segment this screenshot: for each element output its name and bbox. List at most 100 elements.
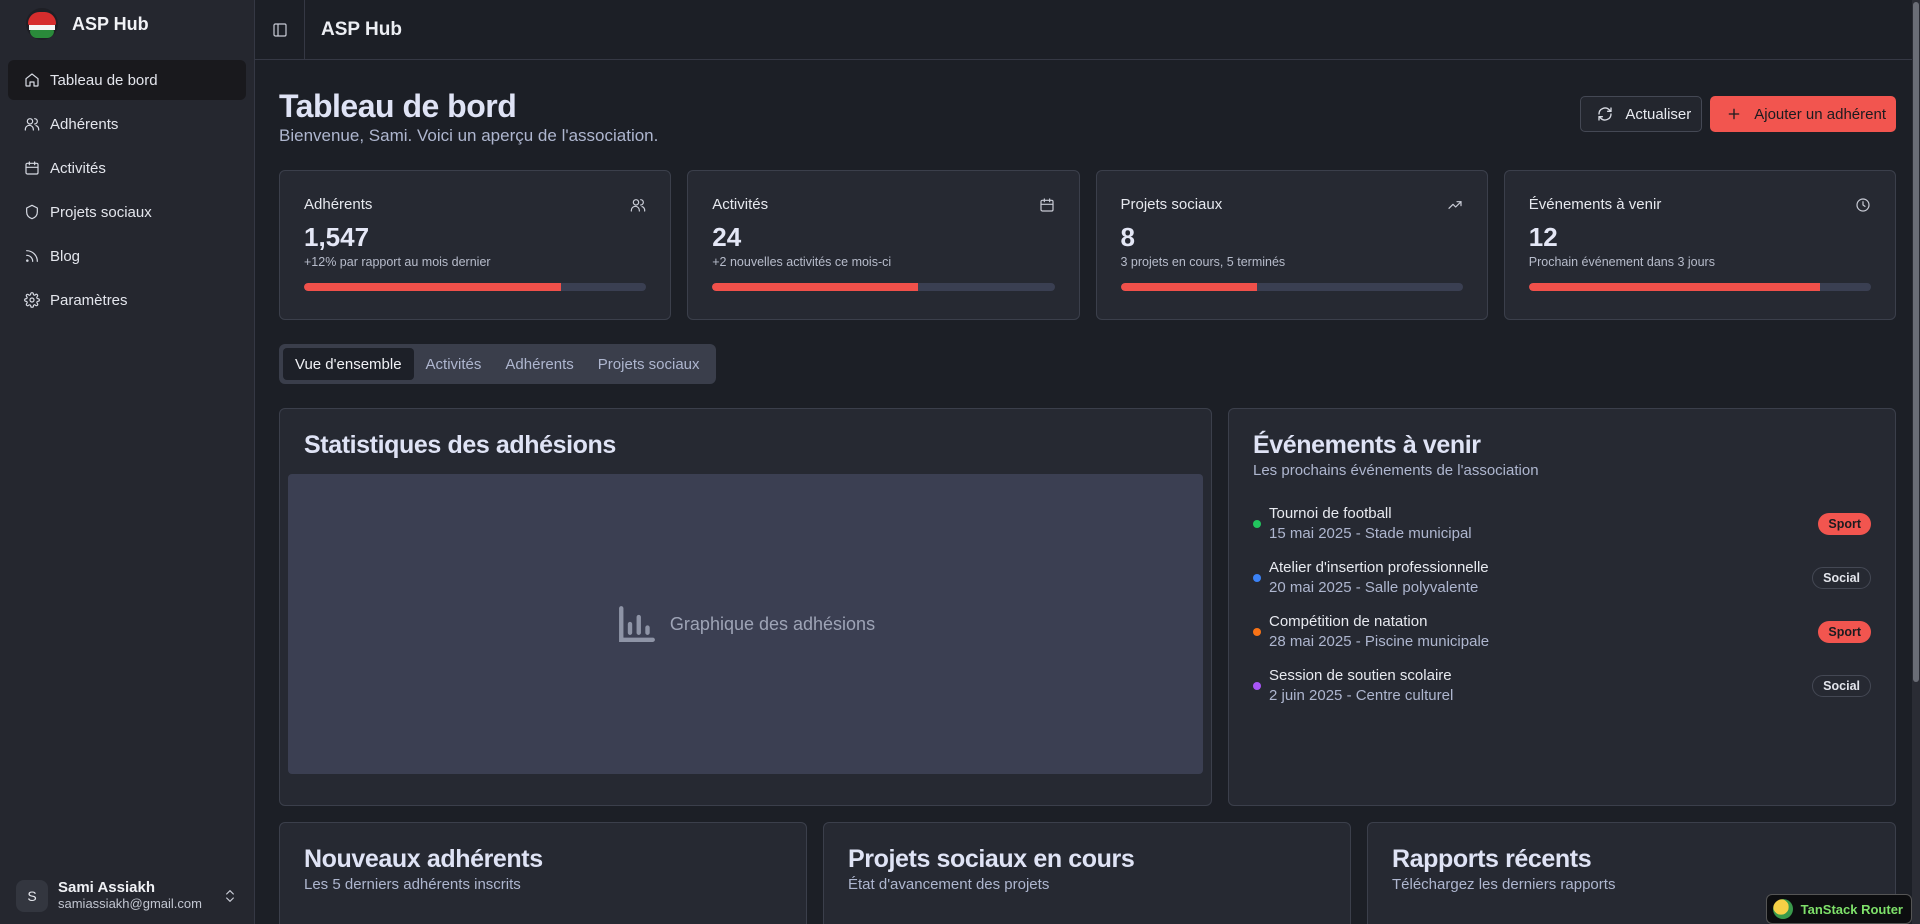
bottom-row: Nouveaux adhérents Les 5 derniers adhére… bbox=[279, 822, 1896, 924]
stat-progress-fill bbox=[1120, 283, 1258, 291]
brand[interactable]: ASP Hub bbox=[0, 0, 254, 48]
stat-card-upcoming-events: Événements à venir 12 Prochain événement… bbox=[1503, 170, 1896, 320]
plus-icon bbox=[1728, 108, 1740, 120]
tab-overview[interactable]: Vue d'ensemble bbox=[283, 348, 414, 380]
stat-note: Prochain événement dans 3 jours bbox=[1528, 255, 1715, 269]
stat-note: +2 nouvelles activités ce mois-ci bbox=[712, 255, 892, 269]
stat-note: 3 projets en cours, 5 terminés bbox=[1120, 255, 1286, 269]
status-dot bbox=[1253, 520, 1261, 528]
brand-name: ASP Hub bbox=[72, 13, 149, 34]
users-icon bbox=[630, 198, 646, 212]
refresh-button[interactable]: Actualiser bbox=[1580, 96, 1703, 132]
page-subtitle: Bienvenue, Sami. Voici un aperçu de l'as… bbox=[279, 126, 659, 145]
event-meta: 20 mai 2025 - Salle polyvalente bbox=[1269, 579, 1479, 596]
scrollbar[interactable] bbox=[1912, 0, 1920, 924]
card-title: Projets sociaux en cours bbox=[848, 845, 1135, 873]
main: ASP Hub Tableau de bord Bienvenue, Sami.… bbox=[255, 0, 1920, 924]
user-menu[interactable]: S Sami Assiakh samiassiakh@gmail.com bbox=[8, 874, 246, 918]
shield-icon bbox=[26, 204, 38, 220]
stats-grid: Adhérents 1,547 +12% par rapport au mois… bbox=[279, 170, 1896, 320]
status-dot bbox=[1253, 682, 1261, 690]
stat-label: Activités bbox=[712, 196, 769, 213]
event-name: Atelier d'insertion professionnelle bbox=[1269, 559, 1489, 576]
list-item[interactable]: Atelier d'insertion professionnelle 20 m… bbox=[1253, 557, 1871, 599]
sidebar-item-settings[interactable]: Paramètres bbox=[8, 280, 246, 320]
page-title: Tableau de bord bbox=[279, 88, 517, 124]
user-info: Sami Assiakh samiassiakh@gmail.com bbox=[58, 880, 212, 912]
event-name: Compétition de natation bbox=[1269, 613, 1428, 630]
stat-progress-bar bbox=[304, 283, 647, 291]
stat-value: 1,547 bbox=[304, 222, 370, 252]
event-name: Tournoi de football bbox=[1269, 505, 1392, 522]
add-member-button[interactable]: Ajouter un adhérent bbox=[1710, 96, 1896, 132]
sidebar-item-label: Paramètres bbox=[50, 291, 128, 309]
category-badge: Social bbox=[1812, 675, 1871, 697]
card-subtitle: Les prochains événements de l'associatio… bbox=[1253, 462, 1539, 479]
stat-card-members: Adhérents 1,547 +12% par rapport au mois… bbox=[279, 170, 672, 320]
sidebar-item-dashboard[interactable]: Tableau de bord bbox=[8, 60, 246, 100]
tab-activities[interactable]: Activités bbox=[414, 348, 494, 380]
chart-placeholder-label: Graphique des adhésions bbox=[669, 613, 876, 634]
avatar: S bbox=[16, 880, 48, 912]
topbar-title: ASP Hub bbox=[321, 18, 402, 40]
card-title: Nouveaux adhérents bbox=[304, 845, 543, 873]
sidebar-item-activities[interactable]: Activités bbox=[8, 148, 246, 188]
sidebar-item-blog[interactable]: Blog bbox=[8, 236, 246, 276]
sidebar-nav: Tableau de bord Adhérents Activités Proj… bbox=[0, 48, 254, 332]
clock-icon bbox=[1856, 197, 1870, 212]
refresh-label: Actualiser bbox=[1625, 105, 1692, 123]
card-title: Événements à venir bbox=[1253, 431, 1481, 459]
topbar: ASP Hub bbox=[255, 0, 1920, 60]
events-list: Tournoi de football 15 mai 2025 - Stade … bbox=[1253, 503, 1871, 707]
list-item[interactable]: Session de soutien scolaire 2 juin 2025 … bbox=[1253, 665, 1871, 707]
stat-label: Projets sociaux bbox=[1120, 196, 1223, 213]
status-dot bbox=[1253, 574, 1261, 582]
panel-left-icon bbox=[272, 22, 287, 37]
list-item[interactable]: Compétition de natation 28 mai 2025 - Pi… bbox=[1253, 611, 1871, 653]
devtools-label: TanStack Router bbox=[1800, 901, 1903, 917]
chevrons-up-down-icon bbox=[226, 890, 234, 902]
membership-stats-card: Statistiques des adhésions Graphique des… bbox=[279, 408, 1212, 806]
list-item[interactable]: Tournoi de football 15 mai 2025 - Stade … bbox=[1253, 503, 1871, 545]
stat-value: 12 bbox=[1528, 222, 1558, 252]
sidebar-item-label: Projets sociaux bbox=[50, 203, 152, 221]
event-meta: 15 mai 2025 - Stade municipal bbox=[1269, 525, 1472, 542]
sidebar-toggle-button[interactable] bbox=[255, 0, 305, 60]
page-header: Tableau de bord Bienvenue, Sami. Voici u… bbox=[279, 84, 1896, 146]
trending-up-icon bbox=[1448, 200, 1462, 209]
devtools-toggle-button[interactable]: TanStack Router bbox=[1765, 894, 1912, 924]
stat-progress-fill bbox=[1528, 283, 1820, 291]
stat-progress-fill bbox=[712, 283, 918, 291]
stat-label: Événements à venir bbox=[1528, 196, 1662, 213]
scrollbar-thumb[interactable] bbox=[1913, 2, 1919, 682]
header-actions: Actualiser Ajouter un adhérent bbox=[1580, 96, 1896, 132]
stat-label: Adhérents bbox=[304, 196, 373, 213]
social-projects-card: Projets sociaux en cours État d'avanceme… bbox=[823, 822, 1351, 924]
stat-card-activities: Activités 24 +2 nouvelles activités ce m… bbox=[687, 170, 1080, 320]
category-badge: Sport bbox=[1818, 513, 1871, 535]
category-badge: Social bbox=[1812, 567, 1871, 589]
card-title: Statistiques des adhésions bbox=[304, 431, 616, 459]
sidebar-item-label: Blog bbox=[50, 247, 81, 265]
stat-note: +12% par rapport au mois dernier bbox=[304, 255, 491, 269]
tab-members[interactable]: Adhérents bbox=[493, 348, 585, 380]
calendar-icon bbox=[1039, 197, 1054, 212]
category-badge: Sport bbox=[1818, 621, 1871, 643]
app-root: ASP Hub Tableau de bord Adhérents Activi… bbox=[0, 0, 1920, 924]
stat-progress-fill bbox=[304, 283, 561, 291]
status-dot bbox=[1253, 628, 1261, 636]
event-meta: 28 mai 2025 - Piscine municipale bbox=[1269, 633, 1490, 650]
bar-chart-icon bbox=[618, 606, 655, 642]
user-email: samiassiakh@gmail.com bbox=[58, 896, 202, 911]
sidebar-item-label: Tableau de bord bbox=[50, 71, 158, 89]
sidebar-item-members[interactable]: Adhérents bbox=[8, 104, 246, 144]
tab-social-projects[interactable]: Projets sociaux bbox=[586, 348, 712, 380]
sidebar-item-label: Activités bbox=[50, 159, 106, 177]
sidebar-item-social-projects[interactable]: Projets sociaux bbox=[8, 192, 246, 232]
stat-value: 24 bbox=[712, 222, 742, 252]
rss-icon bbox=[26, 250, 38, 262]
gear-icon bbox=[24, 292, 40, 308]
stat-progress-bar bbox=[1528, 283, 1871, 291]
stat-value: 8 bbox=[1120, 222, 1135, 252]
user-name: Sami Assiakh bbox=[58, 879, 155, 896]
